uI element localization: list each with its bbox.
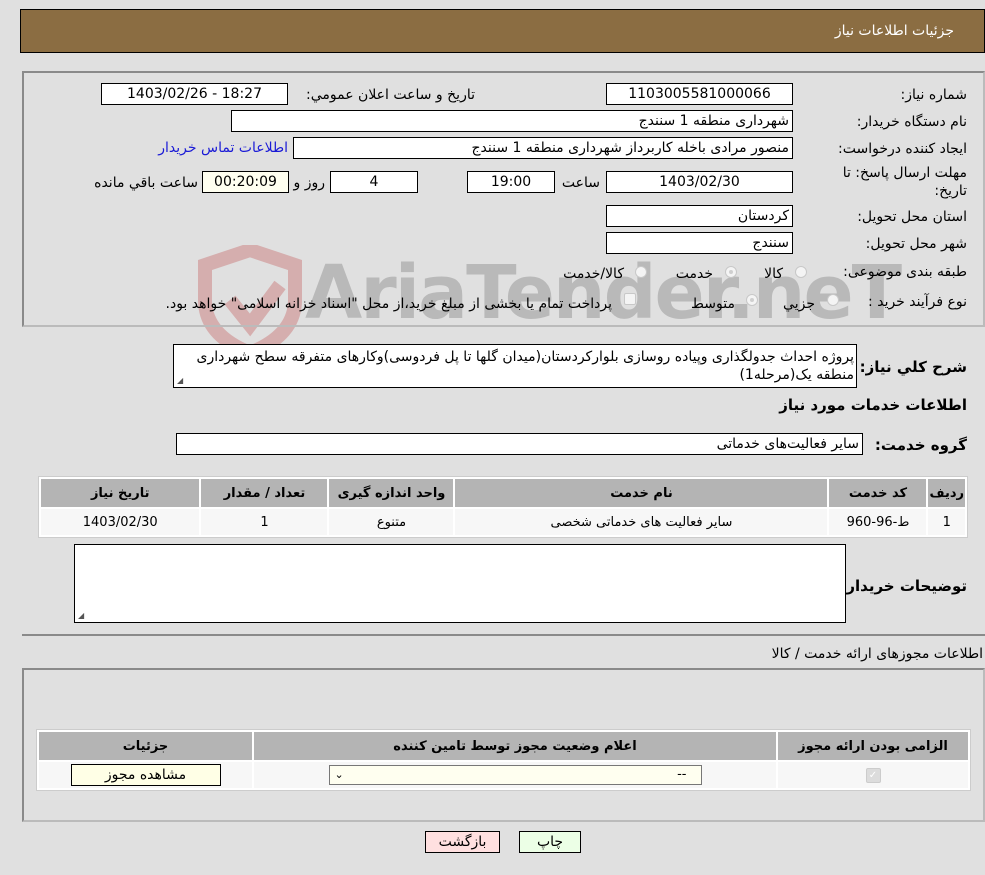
- license-required-checkbox[interactable]: ✓: [865, 768, 881, 783]
- cell-service-code: ط-96-960: [829, 509, 927, 535]
- services-section-title: اطلاعات خدمات مورد نياز: [779, 396, 967, 414]
- services-table-wrap: رديف کد خدمت نام خدمت واحد اندازه گيری ت…: [38, 476, 968, 538]
- cell-service-name: سایر فعالیت های خدماتی شخصی: [455, 509, 828, 535]
- table-row: ✓ -- ⌄ مشاهده مجوز: [39, 762, 968, 788]
- col-unit: واحد اندازه گيری: [329, 479, 454, 507]
- page-header: جزئیات اطلاعات نیاز: [20, 9, 985, 53]
- remaining-days-field: 4: [330, 171, 418, 193]
- buyer-notes-textarea[interactable]: ◢: [74, 544, 846, 623]
- licenses-table-header: الزامی بودن ارائه مجوز اعلام وضعيت مجوز …: [39, 732, 968, 760]
- creator-label: ايجاد کننده درخواست:: [838, 141, 967, 157]
- licenses-table: الزامی بودن ارائه مجوز اعلام وضعيت مجوز …: [36, 729, 971, 791]
- chevron-down-icon: ⌄: [334, 768, 344, 781]
- view-license-button[interactable]: مشاهده مجوز: [70, 764, 221, 786]
- service-group-label: گروه خدمت:: [874, 436, 967, 454]
- need-number-field: 1103005581000066: [606, 83, 793, 105]
- cell-row-number: 1: [928, 509, 965, 535]
- announce-datetime-label: تاریخ و ساعت اعلان عمومي:: [306, 87, 475, 103]
- category-option-goods: کالا: [764, 266, 783, 282]
- cell-license-details: مشاهده مجوز: [39, 762, 252, 788]
- treasury-bonds-checkbox[interactable]: [624, 293, 636, 305]
- purchase-type-radio-medium[interactable]: [746, 294, 758, 306]
- deadline-date-field: 1403/02/30: [606, 171, 793, 193]
- deadline-time-label: ساعت: [561, 175, 600, 191]
- purchase-type-radio-minor[interactable]: [827, 294, 839, 306]
- deadline-time-field: 19:00: [467, 171, 555, 193]
- province-field: کردستان: [606, 205, 793, 227]
- resize-grip-icon[interactable]: ◢: [78, 612, 86, 620]
- deadline-label-line2: تاريخ:: [934, 183, 967, 199]
- cell-quantity: 1: [201, 509, 328, 535]
- category-radio-goods[interactable]: [795, 266, 807, 278]
- category-option-goods-service: کالا/خدمت: [563, 266, 624, 282]
- cell-unit: متنوع: [329, 509, 454, 535]
- buyer-org-label: نام دستگاه خريدار:: [856, 114, 967, 130]
- col-license-details: جزئيات: [39, 732, 252, 760]
- announce-datetime-field: 1403/02/26 - 18:27: [101, 83, 288, 105]
- col-quantity: تعداد / مقدار: [201, 479, 328, 507]
- col-service-name: نام خدمت: [455, 479, 828, 507]
- description-label: شرح کلي نياز:: [859, 358, 967, 376]
- buyer-contact-link[interactable]: اطلاعات تماس خريدار: [158, 140, 288, 156]
- purchase-type-option-minor: جزيي: [783, 296, 815, 312]
- resize-grip-icon[interactable]: ◢: [177, 377, 185, 385]
- print-button[interactable]: چاپ: [519, 831, 581, 853]
- purchase-type-option-medium: متوسط: [691, 296, 735, 312]
- category-radio-goods-service[interactable]: [635, 266, 647, 278]
- page-title: جزئیات اطلاعات نیاز: [834, 23, 954, 39]
- services-table: رديف کد خدمت نام خدمت واحد اندازه گيری ت…: [38, 476, 968, 538]
- col-license-required: الزامی بودن ارائه مجوز: [778, 732, 968, 760]
- category-label: طبقه بندی موضوعی:: [843, 264, 967, 280]
- license-status-select[interactable]: -- ⌄: [328, 765, 702, 785]
- buyer-notes-label: توضيحات خريدار:: [840, 577, 967, 595]
- city-field: سنندج: [606, 232, 793, 254]
- creator-field: منصور مرادی باخله کاربرداز شهرداری منطقه…: [293, 137, 793, 159]
- city-label: شهر محل تحويل:: [865, 236, 967, 252]
- need-number-label: شماره نیاز:: [900, 87, 968, 103]
- category-option-service: خدمت: [675, 266, 713, 282]
- buyer-org-field: شهرداری منطقه 1 سنندج: [231, 110, 793, 132]
- province-label: استان محل تحويل:: [857, 209, 967, 225]
- col-row-number: رديف: [928, 479, 965, 507]
- back-button[interactable]: بازگشت: [425, 831, 500, 853]
- cell-license-required: ✓: [778, 762, 968, 788]
- cell-need-date: 1403/02/30: [41, 509, 200, 535]
- category-radio-service[interactable]: [725, 266, 737, 278]
- days-label: روز و: [293, 175, 326, 191]
- description-text: پروژه احداث جدولگذاری وپیاده روسازی بلوا…: [196, 349, 854, 383]
- licenses-section-title: اطلاعات مجوزهای ارائه خدمت / کالا: [771, 646, 983, 662]
- treasury-bonds-label: پرداخت تمام يا بخشی از مبلغ خريد،از محل …: [165, 296, 612, 312]
- license-status-value: --: [677, 767, 687, 782]
- purchase-type-label: نوع فرآيند خريد :: [868, 294, 967, 310]
- remaining-time-label: ساعت باقي مانده: [94, 175, 198, 191]
- services-table-header: رديف کد خدمت نام خدمت واحد اندازه گيری ت…: [41, 479, 965, 507]
- col-license-status: اعلام وضعيت مجوز توسط تامين کننده: [254, 732, 776, 760]
- cell-license-status: -- ⌄: [254, 762, 776, 788]
- service-group-field: سایر فعالیت‌های خدماتی: [176, 433, 863, 455]
- remaining-time-field: 00:20:09: [202, 171, 289, 193]
- deadline-label-line1: مهلت ارسال پاسخ: تا: [842, 165, 967, 181]
- licenses-table-wrap: الزامی بودن ارائه مجوز اعلام وضعيت مجوز …: [36, 729, 971, 791]
- col-service-code: کد خدمت: [829, 479, 927, 507]
- col-need-date: تاريخ نياز: [41, 479, 200, 507]
- description-textarea[interactable]: پروژه احداث جدولگذاری وپیاده روسازی بلوا…: [173, 344, 857, 388]
- divider: [22, 634, 985, 636]
- table-row: 1 ط-96-960 سایر فعالیت های خدماتی شخصی م…: [41, 509, 965, 535]
